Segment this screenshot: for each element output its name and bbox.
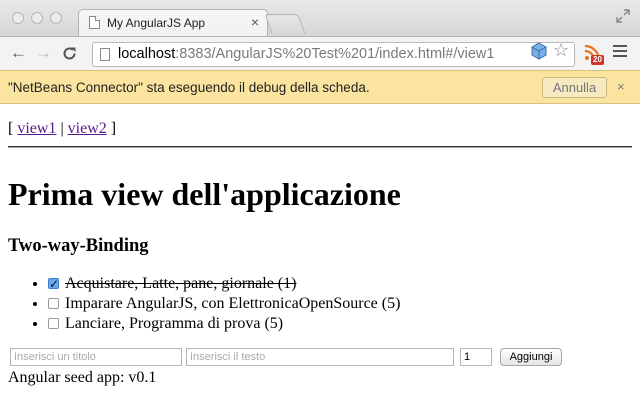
infobar-message: "NetBeans Connector" sta eseguendo il de… xyxy=(8,80,370,95)
url-text: localhost:8383/AngularJS%20Test%201/inde… xyxy=(118,46,495,62)
forward-button[interactable]: → xyxy=(35,43,52,63)
debug-infobar: "NetBeans Connector" sta eseguendo il de… xyxy=(0,70,640,104)
tab-title: My AngularJS App xyxy=(107,16,206,30)
bookmark-star-icon[interactable]: ☆ xyxy=(553,40,569,61)
todo-checkbox[interactable] xyxy=(48,274,59,294)
page-title: Prima view dell'applicazione xyxy=(8,176,401,212)
priority-input[interactable] xyxy=(460,348,492,366)
back-button[interactable]: ← xyxy=(10,43,27,63)
menu-bracket-open: [ xyxy=(8,120,14,137)
list-item: Imparare AngularJS, con ElettronicaOpenS… xyxy=(48,294,400,314)
todo-text: Lanciare, Programma di prova (5) xyxy=(65,315,284,332)
new-tab-button[interactable] xyxy=(264,14,306,34)
infobar-close-icon[interactable]: × xyxy=(617,79,625,94)
address-bar[interactable]: localhost:8383/AngularJS%20Test%201/inde… xyxy=(92,42,575,67)
link-view2[interactable]: view2 xyxy=(68,120,107,137)
menu-bracket-close: ] xyxy=(110,120,117,137)
zoom-window-button[interactable] xyxy=(50,12,62,24)
add-button[interactable]: Aggiungi xyxy=(500,348,562,366)
extension-cube-icon[interactable] xyxy=(530,42,548,60)
title-input[interactable] xyxy=(10,348,182,366)
tab-close-icon[interactable]: × xyxy=(251,14,259,30)
list-item: Lanciare, Programma di prova (5) xyxy=(48,314,400,334)
todo-checkbox[interactable] xyxy=(48,298,59,309)
page-icon xyxy=(89,16,100,29)
cancel-button[interactable]: Annulla xyxy=(542,77,607,98)
todo-text: Imparare AngularJS, con ElettronicaOpenS… xyxy=(65,295,401,312)
divider xyxy=(8,146,632,148)
browser-tab[interactable]: My AngularJS App × xyxy=(78,9,268,36)
link-view1[interactable]: view1 xyxy=(17,120,56,137)
todo-list: Acquistare, Latte, pane, giornale (1) Im… xyxy=(8,274,400,334)
page-icon xyxy=(100,48,110,61)
browser-toolbar: ← → localhost:8383/AngularJS%20Test%201/… xyxy=(0,36,640,70)
view-menu: [ view1 | view2 ] xyxy=(8,120,116,138)
reload-icon[interactable] xyxy=(62,46,77,61)
window-titlebar: My AngularJS App × xyxy=(0,0,640,36)
list-item: Acquistare, Latte, pane, giornale (1) xyxy=(48,274,400,294)
minimize-window-button[interactable] xyxy=(31,12,43,24)
close-window-button[interactable] xyxy=(12,12,24,24)
todo-text: Acquistare, Latte, pane, giornale (1) xyxy=(65,275,297,292)
todo-checkbox[interactable] xyxy=(48,318,59,329)
rss-count-badge: 20 xyxy=(591,55,604,65)
app-version: Angular seed app: v0.1 xyxy=(8,369,157,386)
section-title: Two-way-Binding xyxy=(8,236,149,256)
text-input[interactable] xyxy=(186,348,454,366)
menu-separator: | xyxy=(60,120,64,137)
chrome-menu-icon[interactable] xyxy=(613,45,627,57)
fullscreen-icon[interactable] xyxy=(616,9,630,23)
